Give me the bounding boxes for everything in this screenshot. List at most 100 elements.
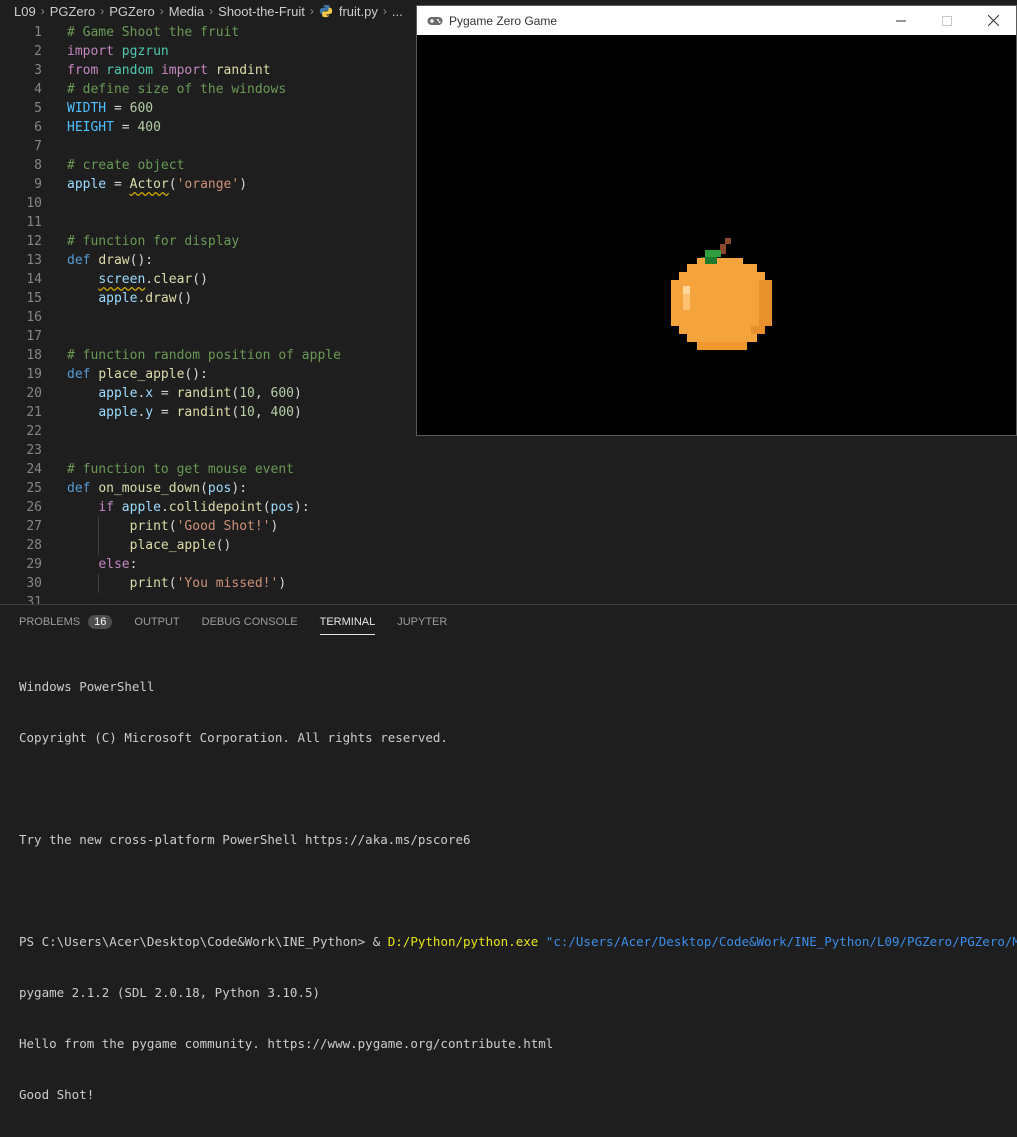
code-token: apple <box>98 291 138 306</box>
terminal-line: Try the new cross-platform PowerShell ht… <box>19 832 471 847</box>
code-line[interactable]: 31 <box>0 593 1017 604</box>
maximize-button[interactable] <box>924 6 970 35</box>
line-number: 23 <box>26 443 42 458</box>
line-number: 6 <box>34 120 42 135</box>
indent-guide <box>98 574 99 593</box>
code-token: ( <box>168 519 177 534</box>
code-text: HEIGHT = 400 <box>67 118 161 137</box>
code-token: . <box>160 500 169 515</box>
code-token: , <box>254 405 271 420</box>
gamepad-icon <box>427 16 443 25</box>
terminal-line: Copyright (C) Microsoft Corporation. All… <box>19 730 448 745</box>
code-token: ) <box>294 386 302 401</box>
code-line[interactable]: 30 print('You missed!') <box>0 574 1017 593</box>
code-token: randint <box>176 386 232 401</box>
line-number: 25 <box>26 481 42 496</box>
terminal-line: pygame 2.1.2 (SDL 2.0.18, Python 3.10.5) <box>19 985 321 1000</box>
code-line[interactable]: 24 # function to get mouse event <box>0 460 1017 479</box>
code-token: HEIGHT <box>67 120 114 135</box>
code-text: screen.clear() <box>67 270 208 289</box>
window-titlebar[interactable]: Pygame Zero Game <box>417 6 1016 35</box>
line-number: 2 <box>34 44 42 59</box>
tab-label: PROBLEMS <box>19 616 81 628</box>
code-token: def <box>67 367 91 382</box>
terminal-output[interactable]: Windows PowerShell Copyright (C) Microso… <box>19 644 1017 1137</box>
breadcrumb-item[interactable]: Media <box>169 4 204 19</box>
breadcrumb-item[interactable]: PGZero <box>109 4 155 19</box>
code-token: 'You missed!' <box>176 576 279 591</box>
tab-debug-console[interactable]: DEBUG CONSOLE <box>202 605 298 639</box>
window-title: Pygame Zero Game <box>449 13 558 28</box>
code-token: screen <box>98 272 146 287</box>
game-canvas[interactable] <box>417 35 1016 435</box>
code-token: apple <box>67 177 107 192</box>
code-token: import <box>160 63 208 78</box>
code-text: apple.y = randint(10, 400) <box>67 403 302 422</box>
code-token: (): <box>129 253 154 268</box>
minimize-button[interactable] <box>878 6 924 35</box>
code-line[interactable]: 26 if apple.collidepoint(pos): <box>0 498 1017 517</box>
close-button[interactable] <box>970 6 1016 35</box>
tab-terminal[interactable]: TERMINAL <box>319 605 375 639</box>
maximize-icon <box>942 15 952 26</box>
chevron-right-icon: › <box>159 4 164 18</box>
code-text: # define size of the windows <box>67 80 286 99</box>
code-token: place_apple <box>98 367 185 382</box>
code-token: random <box>106 63 154 78</box>
code-line[interactable]: 25 def on_mouse_down(pos): <box>0 479 1017 498</box>
code-token: ( <box>262 500 271 515</box>
breadcrumb-file[interactable]: fruit.py <box>339 4 378 19</box>
code-token: # function for display <box>67 234 240 249</box>
breadcrumb-item[interactable]: PGZero <box>50 4 96 19</box>
code-token: 'orange' <box>176 177 240 192</box>
terminal-line: Windows PowerShell <box>19 679 155 694</box>
tab-problems[interactable]: PROBLEMS 16 <box>19 605 113 639</box>
terminal-line: Hello from the pygame community. https:/… <box>19 1036 554 1051</box>
line-number: 24 <box>26 462 42 477</box>
line-number: 30 <box>26 576 42 591</box>
breadcrumb-item[interactable]: Shoot-the-Fruit <box>218 4 305 19</box>
code-line[interactable]: 28 place_apple() <box>0 536 1017 555</box>
bottom-panel: PROBLEMS 16 OUTPUT DEBUG CONSOLE TERMINA… <box>0 604 1017 1102</box>
tab-jupyter[interactable]: JUPYTER <box>397 605 447 639</box>
code-token: else <box>98 557 130 572</box>
code-token: ( <box>168 576 177 591</box>
code-text: apple.x = randint(10, 600) <box>67 384 302 403</box>
orange-sprite[interactable] <box>671 238 773 358</box>
code-text: # function for display <box>67 232 239 251</box>
code-token: if <box>98 500 114 515</box>
code-token: # Game Shoot the fruit <box>67 25 240 40</box>
code-token: x <box>145 386 154 401</box>
code-token: draw <box>145 291 177 306</box>
code-line[interactable]: 29 else: <box>0 555 1017 574</box>
code-token: Actor <box>129 177 169 192</box>
code-text: import pgzrun <box>67 42 169 61</box>
problems-count-badge: 16 <box>88 615 113 629</box>
line-number: 14 <box>26 272 42 287</box>
line-number: 16 <box>26 310 42 325</box>
breadcrumb-item[interactable]: L09 <box>14 4 36 19</box>
code-token: ): <box>294 500 310 515</box>
breadcrumb-more[interactable]: ... <box>392 4 403 19</box>
chevron-right-icon: › <box>309 4 314 18</box>
panel-tabs: PROBLEMS 16 OUTPUT DEBUG CONSOLE TERMINA… <box>0 605 450 639</box>
line-number: 29 <box>26 557 42 572</box>
line-number: 31 <box>26 595 42 604</box>
code-line[interactable]: 27 print('Good Shot!') <box>0 517 1017 536</box>
code-token: collidepoint <box>168 500 263 515</box>
code-token: () <box>215 538 232 553</box>
code-token: 600 <box>270 386 295 401</box>
pygame-window[interactable]: Pygame Zero Game <box>416 5 1017 436</box>
code-line[interactable]: 23 <box>0 441 1017 460</box>
code-token: from <box>67 63 99 78</box>
code-token: print <box>129 576 169 591</box>
code-token: apple <box>121 500 161 515</box>
code-token: ): <box>231 481 248 496</box>
code-token: ) <box>270 519 279 534</box>
tab-output[interactable]: OUTPUT <box>134 605 179 639</box>
